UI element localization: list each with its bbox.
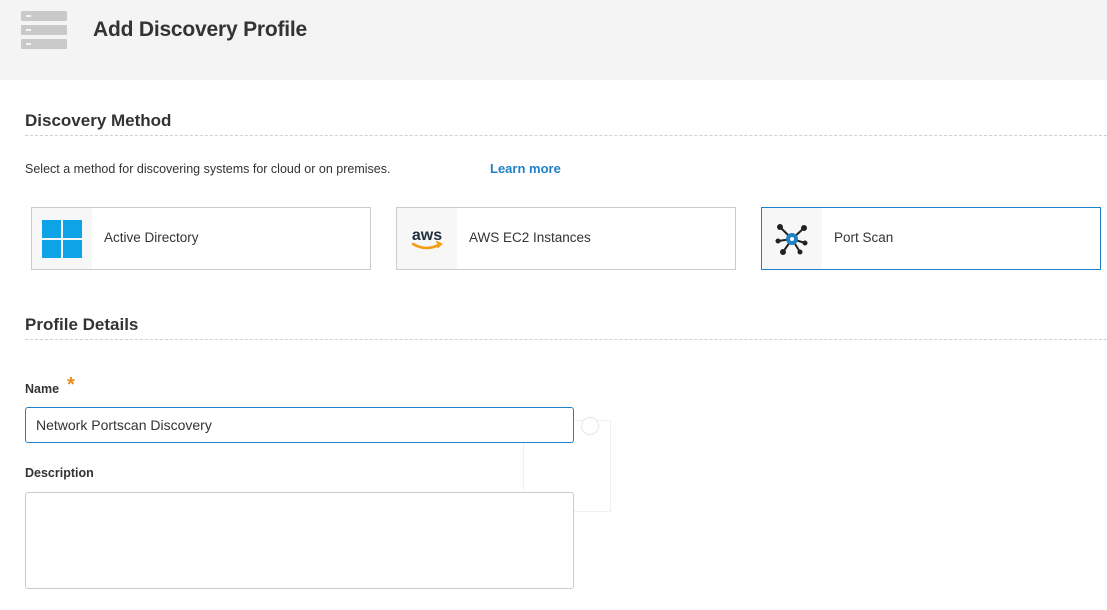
aws-logo-icon: aws <box>411 227 443 249</box>
name-input[interactable] <box>25 407 574 443</box>
description-label: Description <box>25 466 94 480</box>
required-marker: * <box>67 374 75 396</box>
method-icon-cell <box>762 208 822 269</box>
description-textarea[interactable] <box>25 492 574 589</box>
autofill-indicator <box>581 417 599 435</box>
section-divider <box>25 339 1107 340</box>
method-card-port-scan[interactable]: Port Scan <box>761 207 1101 270</box>
method-icon-cell <box>32 208 92 269</box>
method-card-aws-ec2[interactable]: aws AWS EC2 Instances <box>396 207 736 270</box>
discovery-method-description: Select a method for discovering systems … <box>25 162 391 176</box>
page-title: Add Discovery Profile <box>93 18 308 41</box>
server-stack-icon <box>21 11 67 49</box>
learn-more-link[interactable]: Learn more <box>490 161 561 176</box>
method-label: Port Scan <box>834 230 894 245</box>
method-card-active-directory[interactable]: Active Directory <box>31 207 371 270</box>
method-icon-cell: aws <box>397 208 457 269</box>
discovery-method-heading: Discovery Method <box>25 111 172 130</box>
windows-logo-icon <box>42 219 82 258</box>
name-label: Name <box>25 382 60 396</box>
network-scan-icon <box>775 223 808 255</box>
profile-details-heading: Profile Details <box>25 315 139 334</box>
section-divider <box>25 135 1107 136</box>
page-header: Add Discovery Profile <box>0 0 1107 80</box>
method-label: AWS EC2 Instances <box>469 230 591 245</box>
method-label: Active Directory <box>104 230 199 245</box>
